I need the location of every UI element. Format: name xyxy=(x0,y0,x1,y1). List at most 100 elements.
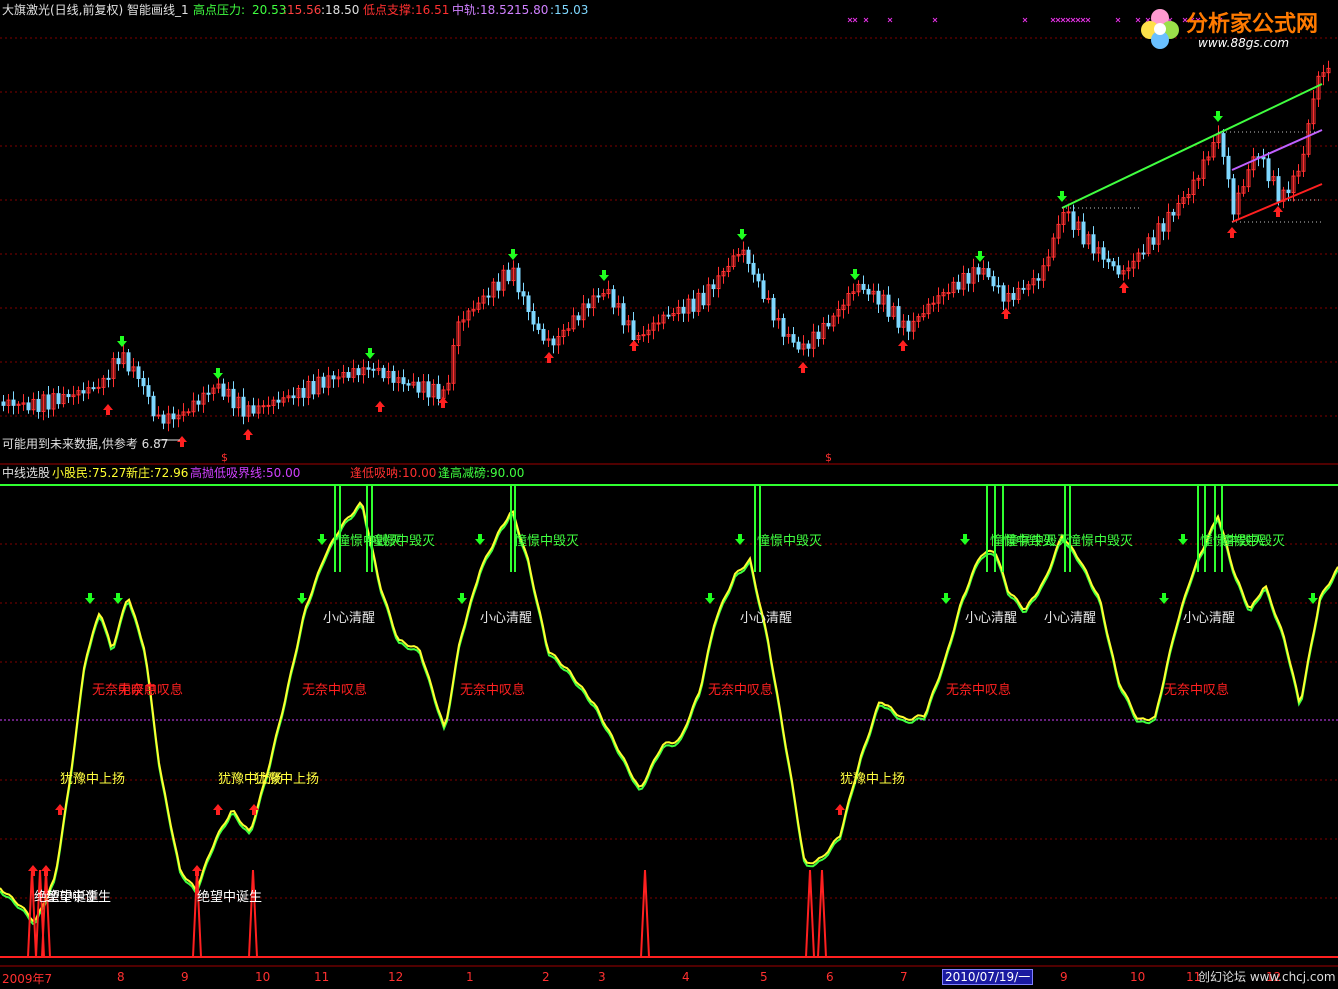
candlestick xyxy=(221,383,226,397)
candlestick xyxy=(986,268,991,278)
candlestick xyxy=(346,371,351,378)
candlestick xyxy=(506,269,511,282)
label-destroy: 憧憬中毁灭 xyxy=(757,534,823,549)
candlestick xyxy=(526,295,531,313)
candlestick xyxy=(791,334,796,343)
site-name: 分析家公式网 xyxy=(1186,12,1319,37)
down-arrow-icon xyxy=(297,593,307,604)
candlestick xyxy=(826,322,831,327)
chart-canvas[interactable]: $ $ xyxy=(0,0,1338,985)
label-alert: 小心清醒 xyxy=(323,611,376,626)
down-arrow-icon xyxy=(113,593,123,604)
candlestick xyxy=(301,387,306,398)
candlestick xyxy=(26,402,31,411)
up-arrow-icon xyxy=(835,804,845,815)
candlestick xyxy=(1071,211,1076,230)
candlestick xyxy=(536,323,541,330)
marker-x-icon xyxy=(1060,17,1066,23)
marker-x-icon xyxy=(1050,17,1056,23)
candlestick xyxy=(11,399,16,406)
candlestick xyxy=(1286,189,1291,194)
month-tick: 2009年7 xyxy=(2,972,53,986)
candlestick xyxy=(171,413,176,420)
candlestick xyxy=(906,320,911,332)
candlestick xyxy=(56,393,61,405)
candlestick xyxy=(991,276,996,287)
dollar-marker: $ xyxy=(825,451,832,464)
mid-value-3: :15.03 xyxy=(550,3,589,17)
down-arrow-icon xyxy=(457,593,467,604)
low-signal-spike xyxy=(817,869,827,958)
up-arrow-icon xyxy=(798,362,808,373)
candlestick xyxy=(746,249,751,264)
candlestick xyxy=(161,414,166,424)
label-sigh: 无奈中叹息 xyxy=(302,683,368,698)
candlestick xyxy=(371,368,376,371)
marker-x-icon xyxy=(1022,17,1028,23)
candlestick xyxy=(666,314,671,317)
label-birth: 绝望中诞生 xyxy=(46,890,112,905)
candlestick xyxy=(816,331,821,340)
marker-x-icon xyxy=(1065,17,1071,23)
candlestick xyxy=(36,398,41,412)
candlestick xyxy=(681,306,686,314)
candlestick xyxy=(231,388,236,409)
up-arrow-icon xyxy=(375,401,385,412)
mid-value-2: :15.80 xyxy=(510,3,549,17)
label-destroy: 憧憬中毁灭 xyxy=(370,534,436,549)
candlestick xyxy=(751,262,756,275)
up-arrow-icon xyxy=(544,352,554,363)
candlestick xyxy=(521,291,526,297)
chart-window[interactable]: $ $ 大旗激光(日线,前复权) 智能画线_1 高点压力: 20.53 :15.5… xyxy=(0,0,1338,986)
candlestick xyxy=(1091,234,1096,254)
candlestick xyxy=(356,368,361,376)
candlestick xyxy=(781,318,786,337)
site-logo: 分析家公式网 www.88gs.com xyxy=(1138,4,1334,54)
low-signal-spike xyxy=(41,869,51,958)
candlestick xyxy=(1231,178,1236,215)
label-destroy: 憧憬中毁灭 xyxy=(1005,534,1071,549)
candlestick xyxy=(1111,261,1116,267)
marker-x-icon xyxy=(847,17,853,23)
mid-label: 中轨: xyxy=(452,3,481,17)
candlestick xyxy=(496,281,501,291)
marker-x-icon xyxy=(1115,17,1121,23)
month-tick: 12 xyxy=(388,970,404,984)
marker-x-icon xyxy=(887,17,893,23)
down-arrow-icon xyxy=(85,593,95,604)
candlestick xyxy=(896,306,901,328)
candlestick xyxy=(946,292,951,295)
candlestick xyxy=(391,370,396,383)
down-arrow-icon xyxy=(1178,534,1188,545)
candlestick xyxy=(1161,223,1166,232)
candlestick xyxy=(1066,211,1071,214)
month-tick: 2 xyxy=(542,970,550,984)
up-arrow-icon xyxy=(213,804,223,815)
down-arrow-icon xyxy=(213,368,223,379)
candlestick xyxy=(1001,285,1006,302)
candlestick xyxy=(1106,258,1111,263)
candlestick xyxy=(116,358,121,365)
candlestick xyxy=(691,298,696,312)
down-arrow-icon xyxy=(1213,111,1223,122)
down-arrow-icon xyxy=(508,249,518,260)
marker-x-icon xyxy=(1070,17,1076,23)
candlestick xyxy=(516,267,521,293)
candlestick xyxy=(621,303,626,326)
resist-label: 高点压力: xyxy=(193,3,246,17)
candlestick xyxy=(251,405,256,414)
oscillator-line-b xyxy=(0,504,1338,926)
down-arrow-icon xyxy=(1308,593,1318,604)
up-arrow-icon xyxy=(1001,308,1011,319)
label-alert: 小心清醒 xyxy=(1183,611,1236,626)
marker-x-icon xyxy=(932,17,938,23)
candlestick xyxy=(766,297,771,300)
label-alert: 小心清醒 xyxy=(965,611,1018,626)
candlestick xyxy=(331,375,336,380)
label-sigh: 无奈中叹息 xyxy=(460,683,526,698)
month-tick: 5 xyxy=(760,970,768,984)
candlestick xyxy=(321,376,326,388)
low-absorb-value: 逢低吸呐:10.00 xyxy=(350,466,437,480)
candlestick xyxy=(406,383,411,386)
top-panel-title: 大旗激光(日线,前复权) 智能画线_1 xyxy=(2,3,189,17)
